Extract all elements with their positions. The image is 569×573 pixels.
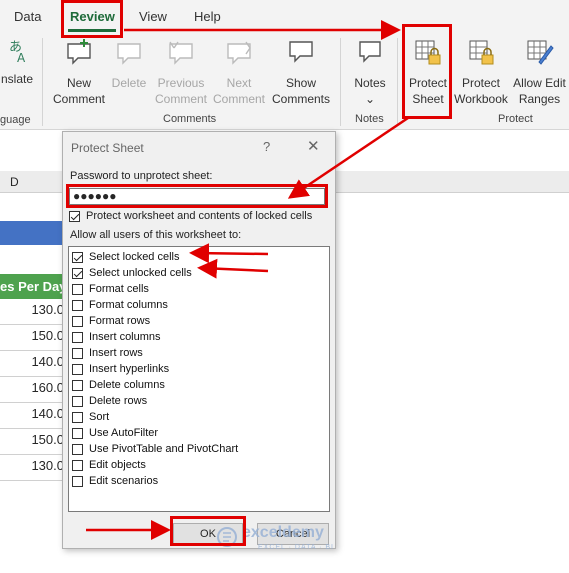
arrow-select-locked [189, 243, 269, 264]
arrow-select-unlocked [197, 258, 269, 279]
arrow-protect-to-password [287, 116, 409, 199]
annotation-arrows [86, 20, 409, 540]
